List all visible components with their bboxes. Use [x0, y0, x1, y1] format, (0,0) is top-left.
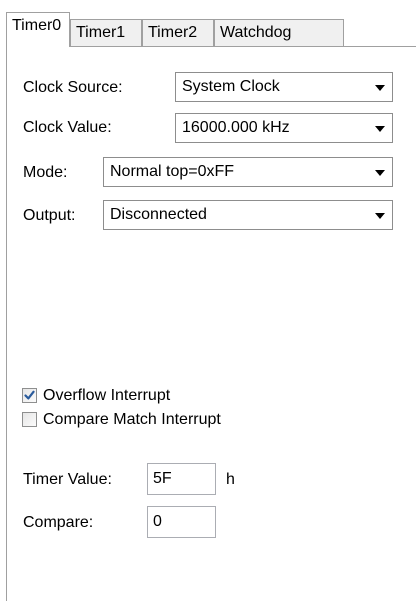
- timer-value-input[interactable]: 5F: [147, 463, 216, 495]
- mode-label: Mode:: [23, 164, 68, 181]
- chevron-down-icon: [375, 85, 385, 91]
- tab-watchdog[interactable]: Watchdog: [214, 19, 344, 47]
- chevron-down-icon: [375, 170, 385, 176]
- clock-source-select[interactable]: System Clock: [175, 72, 393, 102]
- clock-value-label: Clock Value:: [23, 119, 112, 136]
- mode-value: Normal top=0xFF: [110, 163, 235, 180]
- compare-input[interactable]: 0: [147, 506, 216, 538]
- mode-select[interactable]: Normal top=0xFF: [103, 157, 393, 187]
- timer-settings-panel: Timer0 Timer1 Timer2 Watchdog Clock Sour…: [0, 0, 416, 601]
- compare-label: Compare:: [23, 514, 94, 531]
- clock-value-value: 16000.000 kHz: [182, 119, 290, 136]
- compare-match-interrupt-label: Compare Match Interrupt: [43, 411, 221, 428]
- compare-match-interrupt-checkbox[interactable]: [22, 412, 37, 427]
- clock-value-select[interactable]: 16000.000 kHz: [175, 113, 393, 143]
- tab-timer2[interactable]: Timer2: [142, 19, 214, 47]
- output-select[interactable]: Disconnected: [103, 200, 393, 230]
- clock-source-value: System Clock: [182, 78, 280, 95]
- chevron-down-icon: [375, 126, 385, 132]
- timer-value-hex-suffix: h: [226, 471, 235, 488]
- output-label: Output:: [23, 207, 76, 224]
- timer-value-label: Timer Value:: [23, 471, 112, 488]
- chevron-down-icon: [375, 213, 385, 219]
- tab-timer1[interactable]: Timer1: [70, 19, 142, 47]
- overflow-interrupt-checkbox[interactable]: [22, 388, 37, 403]
- overflow-interrupt-label: Overflow Interrupt: [43, 387, 171, 404]
- output-value: Disconnected: [110, 206, 207, 223]
- tab-timer0[interactable]: Timer0: [6, 12, 70, 47]
- panel-left-border: [6, 46, 7, 601]
- clock-source-label: Clock Source:: [23, 79, 123, 96]
- check-icon: [24, 390, 35, 400]
